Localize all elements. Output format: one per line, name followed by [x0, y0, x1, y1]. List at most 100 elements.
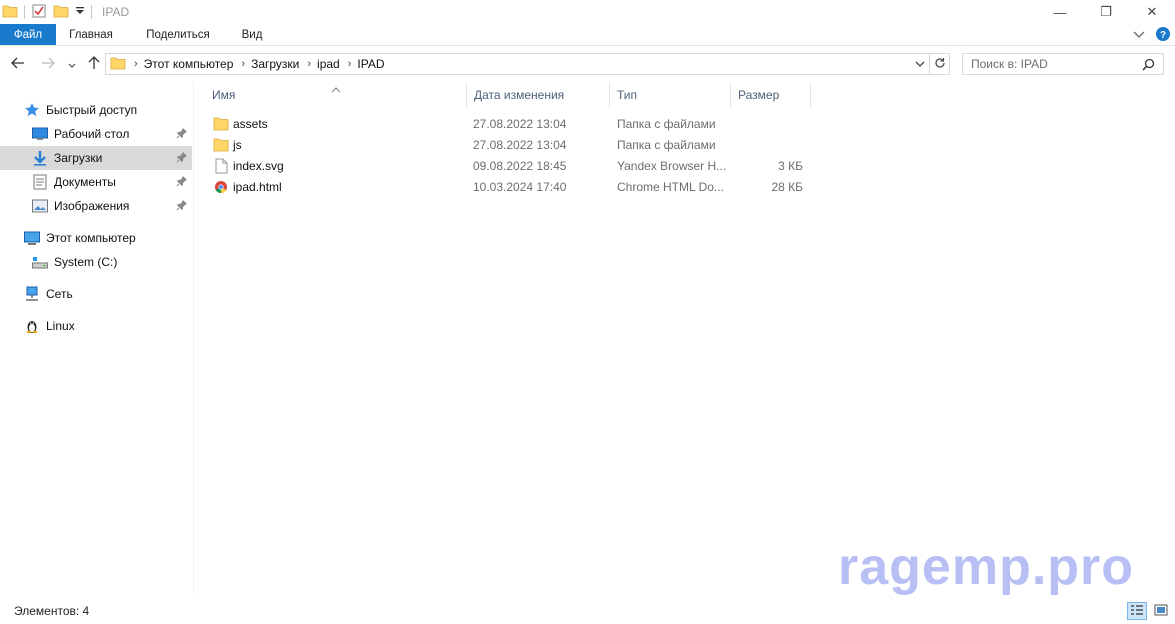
- downloads-icon: [32, 150, 48, 166]
- star-icon: [24, 102, 40, 118]
- breadcrumb-current[interactable]: IPAD: [357, 57, 384, 71]
- file-name-cell: index.svg: [213, 155, 463, 176]
- expand-ribbon-button[interactable]: [1127, 24, 1151, 46]
- breadcrumb-separator[interactable]: ›: [307, 58, 311, 70]
- sidebar-item-label: Сеть: [46, 287, 73, 301]
- table-row[interactable]: js 27.08.2022 13:04 Папка с файлами: [205, 134, 815, 155]
- back-button[interactable]: [8, 54, 28, 74]
- pin-icon[interactable]: [176, 127, 188, 142]
- search-icon[interactable]: [1142, 58, 1155, 74]
- recent-locations-button[interactable]: [62, 54, 82, 74]
- refresh-button[interactable]: [929, 54, 949, 74]
- breadcrumb-ipad[interactable]: ipad: [317, 57, 340, 71]
- tab-file[interactable]: Файл: [0, 24, 56, 45]
- sidebar-item-system-drive[interactable]: System (C:): [0, 250, 192, 274]
- sidebar-item-linux[interactable]: Linux: [0, 314, 192, 338]
- file-date: 27.08.2022 13:04: [473, 137, 567, 152]
- breadcrumb-separator[interactable]: ›: [241, 58, 245, 70]
- file-name-cell: js: [213, 134, 463, 155]
- sidebar-item-documents[interactable]: Документы: [0, 170, 192, 194]
- breadcrumb-downloads[interactable]: Загрузки: [251, 57, 299, 71]
- network-icon: [24, 286, 40, 302]
- address-bar[interactable]: › Этот компьютер › Загрузки › ipad › IPA…: [105, 53, 950, 75]
- file-list: Имя Дата изменения Тип Размер assets 27.…: [205, 82, 1165, 594]
- ribbon-right-controls: ?: [1127, 24, 1175, 46]
- svg-file-icon: [213, 158, 229, 174]
- sidebar-item-pictures[interactable]: Изображения: [0, 194, 192, 218]
- large-icons-view-button[interactable]: [1151, 602, 1171, 620]
- breadcrumb-this-pc[interactable]: Этот компьютер: [144, 57, 234, 71]
- refresh-icon: [934, 57, 946, 72]
- sidebar-item-label: System (C:): [54, 255, 118, 269]
- chevron-down-icon: [68, 56, 76, 72]
- help-button[interactable]: ?: [1151, 24, 1175, 46]
- sidebar-item-quick-access[interactable]: Быстрый доступ: [0, 98, 192, 122]
- breadcrumb-separator[interactable]: ›: [134, 58, 138, 70]
- properties-icon[interactable]: [31, 3, 47, 22]
- linux-icon: [24, 318, 40, 334]
- pin-icon[interactable]: [176, 199, 188, 214]
- column-header-size[interactable]: Размер: [731, 82, 811, 108]
- column-header-type[interactable]: Тип: [610, 82, 731, 108]
- status-bar: Элементов: 4: [0, 598, 1175, 624]
- documents-icon: [32, 174, 48, 190]
- large-icons-view-icon: [1154, 604, 1168, 619]
- sidebar-item-downloads[interactable]: Загрузки: [0, 146, 192, 170]
- restore-button[interactable]: ❐: [1083, 0, 1129, 24]
- toolbar-separator: [91, 5, 92, 19]
- file-date: 27.08.2022 13:04: [473, 116, 567, 131]
- breadcrumb-separator[interactable]: ›: [348, 58, 352, 70]
- window-controls: — ❐ ✕: [1037, 0, 1175, 24]
- new-folder-icon[interactable]: [53, 3, 69, 22]
- pictures-icon: [32, 198, 48, 214]
- desktop-icon: [32, 126, 48, 142]
- arrow-right-icon: [41, 56, 55, 72]
- pane-divider[interactable]: [193, 82, 194, 594]
- sidebar-item-network[interactable]: Сеть: [0, 282, 192, 306]
- watermark: ragemp.pro: [838, 538, 1135, 596]
- pin-icon[interactable]: [176, 175, 188, 190]
- chevron-down-icon: [1133, 28, 1145, 42]
- file-name: ipad.html: [233, 179, 282, 194]
- table-row[interactable]: index.svg 09.08.2022 18:45 Yandex Browse…: [205, 155, 815, 176]
- sidebar-item-label: Этот компьютер: [46, 231, 136, 245]
- file-name: index.svg: [233, 158, 284, 173]
- item-count: Элементов: 4: [14, 604, 90, 618]
- search-input[interactable]: [963, 57, 1133, 71]
- tab-share[interactable]: Поделиться: [126, 24, 230, 45]
- file-size: [730, 113, 803, 134]
- toolbar-separator: [24, 5, 25, 19]
- arrow-up-icon: [88, 55, 100, 73]
- file-date: 09.08.2022 18:45: [473, 158, 567, 173]
- minimize-button[interactable]: —: [1037, 0, 1083, 24]
- up-button[interactable]: [84, 54, 104, 74]
- sidebar-item-this-pc[interactable]: Этот компьютер: [0, 226, 192, 250]
- sidebar-item-label: Документы: [54, 175, 116, 189]
- customize-toolbar-icon[interactable]: [75, 5, 85, 20]
- file-date: 10.03.2024 17:40: [473, 179, 567, 194]
- drive-icon: [32, 254, 48, 270]
- title-bar: IPAD — ❐ ✕: [0, 0, 1175, 24]
- navigation-pane: Быстрый доступ Рабочий стол Загрузки Док…: [0, 82, 192, 594]
- column-header-date[interactable]: Дата изменения: [467, 82, 610, 108]
- close-button[interactable]: ✕: [1129, 0, 1175, 24]
- forward-button[interactable]: [38, 54, 58, 74]
- file-type: Yandex Browser H...: [617, 158, 727, 173]
- help-icon: ?: [1155, 26, 1171, 45]
- pin-icon[interactable]: [176, 151, 188, 166]
- tab-home[interactable]: Главная: [56, 24, 126, 45]
- navigation-bar: › Этот компьютер › Загрузки › ipad › IPA…: [0, 50, 1175, 78]
- table-row[interactable]: ipad.html 10.03.2024 17:40 Chrome HTML D…: [205, 176, 815, 197]
- file-size: 28 КБ: [771, 179, 803, 194]
- table-row[interactable]: assets 27.08.2022 13:04 Папка с файлами: [205, 113, 815, 134]
- folder-icon: [2, 3, 18, 22]
- details-view-button[interactable]: [1127, 602, 1147, 620]
- chrome-file-icon: [213, 179, 229, 195]
- sidebar-item-desktop[interactable]: Рабочий стол: [0, 122, 192, 146]
- search-box[interactable]: [962, 53, 1164, 75]
- column-header-name[interactable]: Имя: [205, 82, 467, 108]
- address-dropdown-button[interactable]: [911, 54, 929, 74]
- details-view-icon: [1130, 604, 1144, 619]
- file-type: Папка с файлами: [617, 137, 716, 152]
- tab-view[interactable]: Вид: [230, 24, 274, 45]
